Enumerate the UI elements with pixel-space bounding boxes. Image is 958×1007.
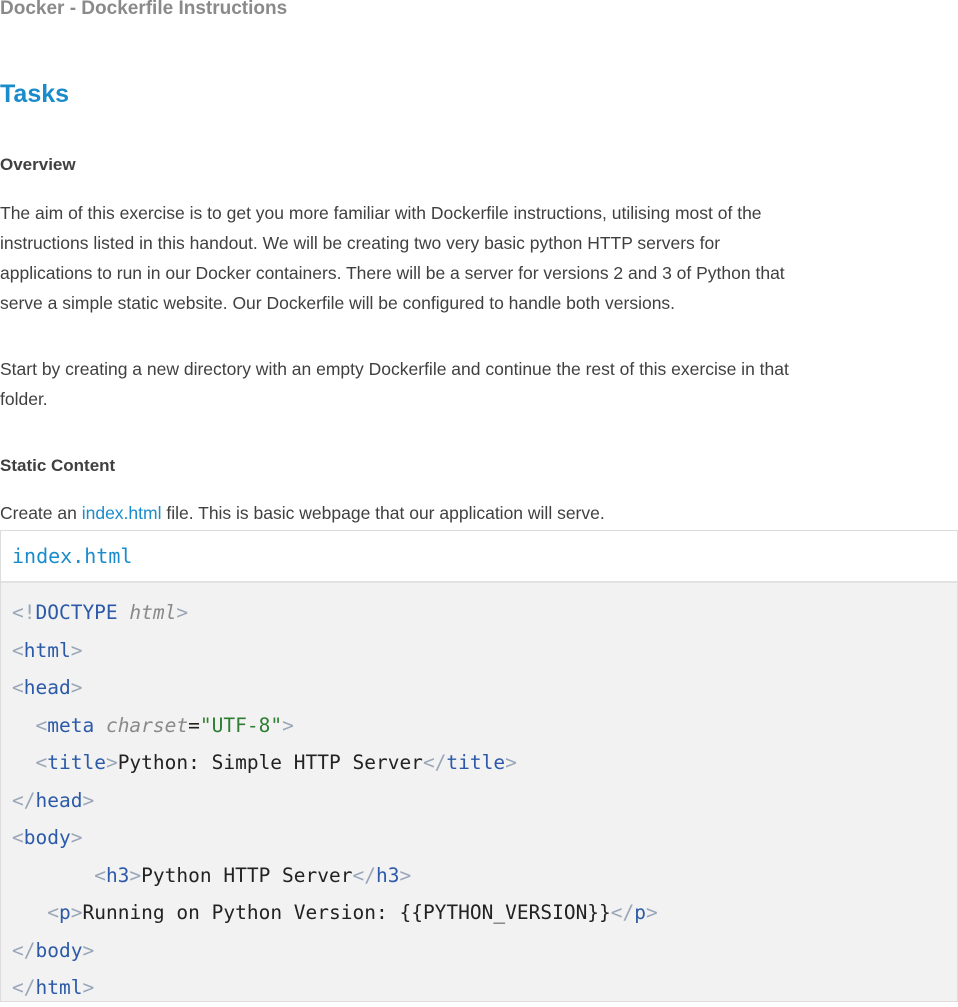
section-title: Tasks bbox=[0, 80, 70, 108]
code-line: </html> bbox=[12, 976, 95, 999]
document-header: Docker - Dockerfile Instructions bbox=[0, 0, 288, 19]
code-line: <h3>Python HTTP Server</h3> bbox=[94, 863, 412, 887]
code-line: <p>Running on Python Version: {{PYTHON_V… bbox=[47, 901, 658, 924]
code-block: index.html <!DOCTYPE html> <html> <head>… bbox=[0, 530, 958, 1002]
code-line: <!DOCTYPE html> bbox=[12, 601, 189, 624]
overview-line: The aim of this exercise is to get you m… bbox=[0, 203, 762, 223]
overview-heading: Overview bbox=[0, 155, 76, 174]
code-line: <title>Python: Simple HTTP Server</title… bbox=[35, 751, 517, 774]
intro-suffix: file. This is basic webpage that our app… bbox=[161, 503, 605, 523]
code-line: <html> bbox=[12, 638, 83, 662]
code-filename-tab: index.html bbox=[1, 531, 957, 583]
static-content-intro: Create an index.html file. This is basic… bbox=[0, 498, 958, 528]
code-line: <meta charset="UTF-8"> bbox=[35, 713, 294, 737]
index-html-link[interactable]: index.html bbox=[82, 503, 162, 523]
start-line: Start by creating a new directory with a… bbox=[0, 359, 789, 379]
start-line: folder. bbox=[0, 389, 48, 409]
code-line: <head> bbox=[12, 676, 83, 699]
start-paragraph: Start by creating a new directory with a… bbox=[0, 354, 958, 414]
overview-line: applications to run in our Docker contai… bbox=[0, 263, 785, 283]
overview-line: instructions listed in this handout. We … bbox=[0, 233, 721, 253]
overview-line: serve a simple static website. Our Docke… bbox=[0, 293, 676, 313]
code-line: <body> bbox=[12, 826, 83, 849]
overview-paragraph: The aim of this exercise is to get you m… bbox=[0, 198, 958, 318]
code-body: <!DOCTYPE html> <html> <head> <meta char… bbox=[1, 583, 957, 1007]
code-line: </head> bbox=[12, 788, 95, 812]
code-line: </body> bbox=[12, 938, 95, 962]
intro-prefix: Create an bbox=[0, 503, 82, 523]
static-content-heading: Static Content bbox=[0, 456, 116, 475]
